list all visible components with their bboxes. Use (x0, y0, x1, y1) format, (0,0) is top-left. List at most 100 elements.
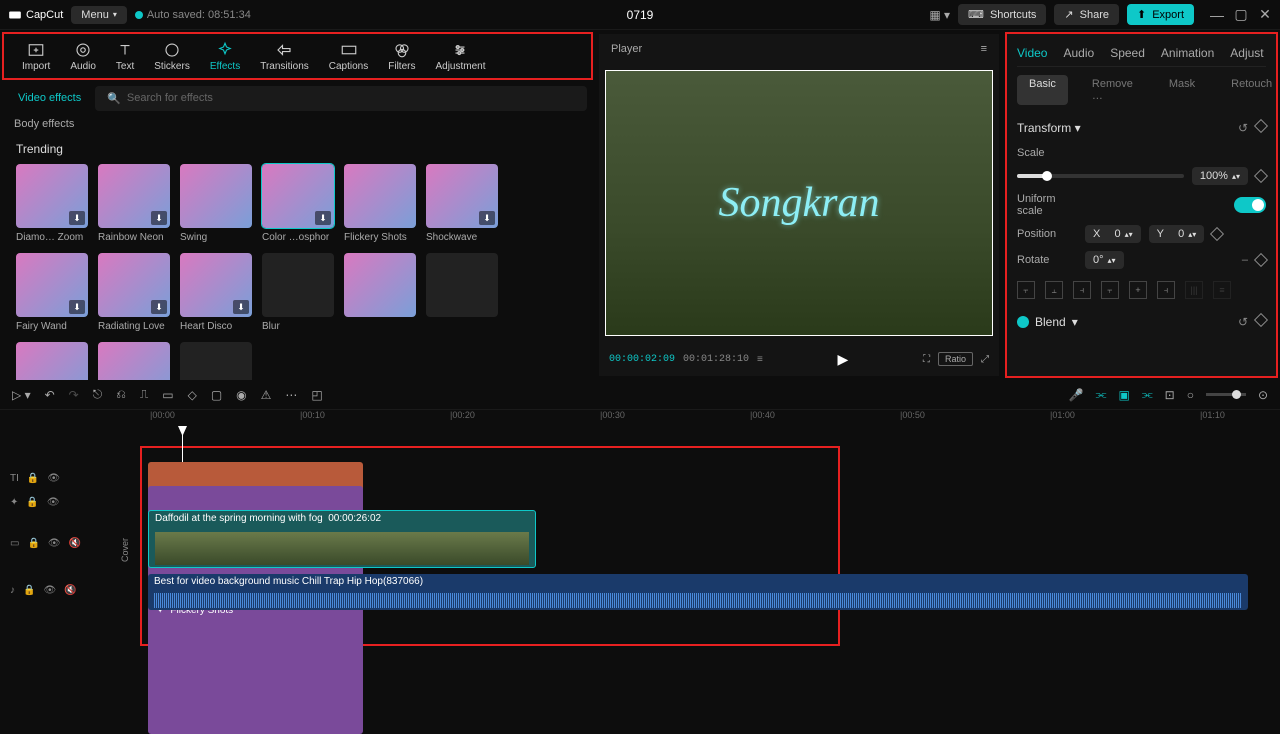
split-icon[interactable]: ⎋ (93, 387, 103, 402)
menu-button[interactable]: Menu▾ (71, 6, 127, 24)
download-icon[interactable]: ⬇ (69, 211, 85, 225)
scale-slider[interactable] (1017, 174, 1184, 178)
tool-text[interactable]: Text (108, 39, 142, 74)
subtab-basic[interactable]: Basic (1017, 75, 1068, 105)
layout-icon[interactable]: ▦ ▾ (929, 8, 950, 22)
effect-thumb[interactable] (180, 164, 252, 228)
position-y[interactable]: Y 0 ▴▾ (1149, 225, 1205, 243)
effect-thumb[interactable] (344, 253, 416, 317)
download-icon[interactable]: ⬇ (479, 211, 495, 225)
audio-clip[interactable]: Best for video background music Chill Tr… (148, 574, 1248, 610)
search-input[interactable]: 🔍 Search for effects (95, 86, 587, 111)
play-button[interactable]: ▶ (838, 351, 849, 368)
rotate-value[interactable]: 0° ▴▾ (1085, 251, 1124, 269)
download-icon[interactable]: ⬇ (315, 211, 331, 225)
cover-button[interactable]: Cover (110, 426, 140, 674)
record-icon[interactable]: ▢ (211, 388, 222, 402)
player-menu-icon[interactable]: ≡ (981, 43, 987, 55)
scale-value[interactable]: 100% ▴▾ (1192, 167, 1248, 185)
effect-thumb[interactable]: ⬇ (98, 253, 170, 317)
keyframe-icon[interactable] (1254, 119, 1268, 133)
uniform-toggle[interactable] (1234, 197, 1266, 213)
align-top[interactable]: ⫟ (1101, 281, 1119, 299)
zoom-slider[interactable] (1206, 393, 1246, 396)
tab-audio[interactable]: Audio (1063, 46, 1094, 60)
fullscreen-icon[interactable]: ⤢ (981, 354, 989, 365)
effect-thumb[interactable]: ⬇ (180, 253, 252, 317)
download-icon[interactable]: ⬇ (233, 300, 249, 314)
preview-icon[interactable]: ⊡ (1165, 388, 1175, 402)
close-icon[interactable]: ✕ (1258, 8, 1272, 22)
download-icon[interactable]: ⬇ (69, 300, 85, 314)
track-controls[interactable]: ▭🔒👁🔇 (0, 514, 110, 572)
quality-icon[interactable]: ≡ (757, 354, 763, 365)
tab-video[interactable]: Video (1017, 46, 1047, 60)
tool-transitions[interactable]: Transitions (252, 39, 317, 74)
effect-thumb[interactable] (344, 164, 416, 228)
snap-icon[interactable]: ▣ (1118, 388, 1129, 402)
reset-icon[interactable]: ↺ (1238, 315, 1248, 329)
keyframe-icon[interactable] (1254, 169, 1268, 183)
position-x[interactable]: X 0 ▴▾ (1085, 225, 1141, 243)
tab-speed[interactable]: Speed (1110, 46, 1145, 60)
undo-icon[interactable]: ↶ (45, 388, 55, 402)
speed-icon[interactable]: ◉ (236, 388, 246, 402)
video-clip[interactable]: Daffodil at the spring morning with fog … (148, 510, 536, 568)
download-icon[interactable]: ⬇ (151, 300, 167, 314)
align-center-h[interactable]: ⫠ (1045, 281, 1063, 299)
keyframe-icon[interactable] (1254, 253, 1268, 267)
redo-icon[interactable]: ↷ (69, 388, 79, 402)
align-bottom[interactable]: ⫞ (1157, 281, 1175, 299)
keyframe-icon[interactable] (1210, 227, 1224, 241)
tool-audio[interactable]: Audio (62, 39, 104, 74)
tab-animation[interactable]: Animation (1161, 46, 1214, 60)
distribute-h[interactable]: ||| (1185, 281, 1203, 299)
shortcuts-button[interactable]: ⌨ Shortcuts (958, 4, 1046, 25)
track-controls[interactable]: TI🔒👁 (0, 466, 110, 490)
timeline-ruler[interactable]: |00:00 |00:10 |00:20 |00:30 |00:40 |00:5… (140, 410, 1280, 426)
tool-stickers[interactable]: Stickers (146, 39, 198, 74)
tool-effects[interactable]: Effects (202, 39, 248, 74)
align-left[interactable]: ⫟ (1017, 281, 1035, 299)
reset-icon[interactable]: ↺ (1238, 121, 1248, 135)
ratio-button[interactable]: Ratio (938, 352, 973, 366)
fit-icon[interactable]: ⊙ (1258, 388, 1268, 402)
effect-thumb[interactable] (262, 253, 334, 317)
share-button[interactable]: ↗ Share (1054, 4, 1119, 25)
effect-thumb[interactable]: ⬇ (98, 164, 170, 228)
blend-check-icon[interactable] (1017, 316, 1029, 328)
effect-thumb[interactable] (180, 342, 252, 380)
align-right[interactable]: ⫞ (1073, 281, 1091, 299)
delete-icon[interactable]: ▭ (162, 388, 173, 402)
track-controls[interactable]: ♪🔒👁🔇 (0, 572, 110, 608)
crop-icon[interactable]: ◰ (311, 388, 322, 402)
selection-tool[interactable]: ▷ ▾ (12, 388, 31, 402)
effect-thumb[interactable]: ⬇ (16, 253, 88, 317)
tab-adjust[interactable]: Adjust (1230, 46, 1263, 60)
minimize-icon[interactable]: — (1210, 8, 1224, 22)
effect-thumb[interactable]: ⬇ (262, 164, 334, 228)
tab-video-effects[interactable]: Video effects (8, 88, 91, 108)
keyframe-icon[interactable] (1254, 313, 1268, 327)
subtab-mask[interactable]: Mask (1157, 75, 1207, 105)
cut-left-icon[interactable]: ⎌ (116, 387, 126, 402)
link-icon[interactable]: ⫘ (1142, 387, 1153, 402)
zoom-out-icon[interactable]: ○ (1187, 388, 1194, 402)
cut-right-icon[interactable]: ⎍ (140, 387, 148, 402)
magnet-icon[interactable]: ⫘ (1096, 387, 1107, 402)
mic-icon[interactable]: 🎤 (1069, 388, 1084, 402)
tab-body-effects[interactable]: Body effects (0, 114, 595, 134)
crop-icon[interactable]: ⛶ (923, 354, 930, 365)
player-viewport[interactable]: Songkran (605, 70, 993, 336)
export-button[interactable]: ⬆ Export (1127, 4, 1194, 25)
track-controls[interactable]: ✦🔒👁 (0, 490, 110, 514)
effect-thumb[interactable] (98, 342, 170, 380)
tool-adjustment[interactable]: Adjustment (427, 39, 493, 74)
effect-thumb[interactable] (16, 342, 88, 380)
maximize-icon[interactable]: ▢ (1234, 8, 1248, 22)
more-icon[interactable]: ⋯ (285, 388, 297, 402)
effect-thumb[interactable] (426, 253, 498, 317)
download-icon[interactable]: ⬇ (151, 211, 167, 225)
timeline-tracks[interactable]: ≡ Songkran ✦ Flickery Shots Daffodil at … (140, 426, 1280, 674)
tool-filters[interactable]: Filters (380, 39, 423, 74)
